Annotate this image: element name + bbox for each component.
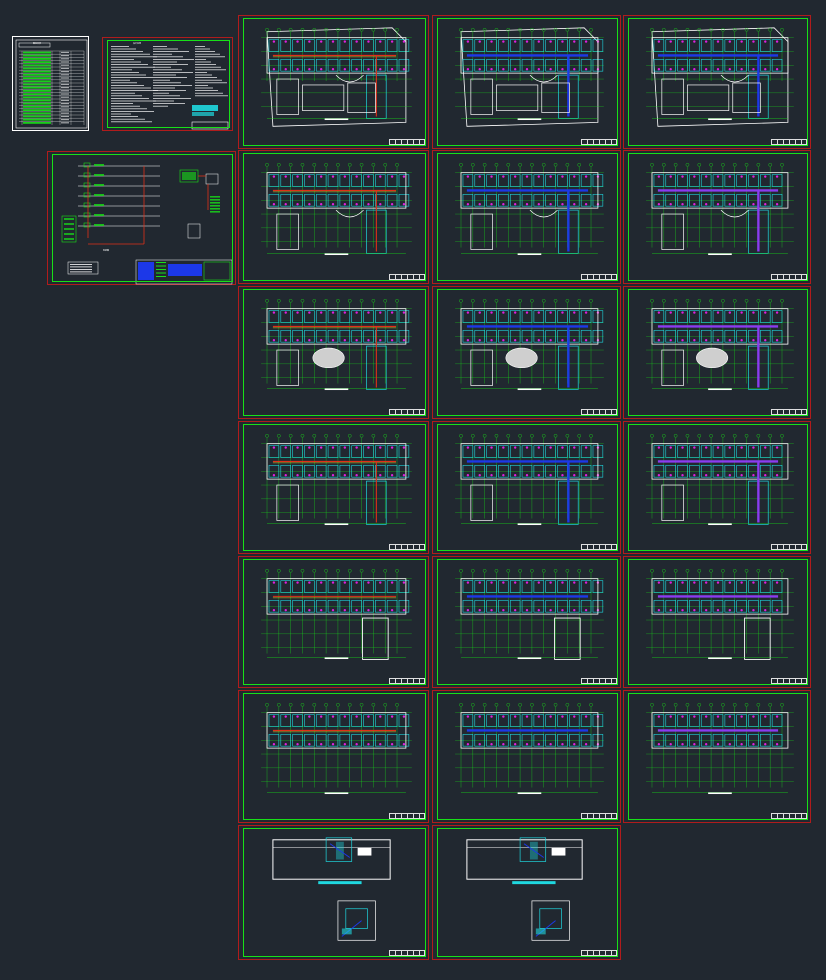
floor-plan-drawing (261, 163, 412, 256)
floor-plan-drawing (646, 27, 794, 127)
drawing-sheet-12[interactable] (623, 421, 811, 554)
drawing-sheet-15[interactable] (623, 556, 811, 688)
floor-plan-drawing (466, 837, 583, 941)
drawing-sheet-04[interactable] (238, 150, 429, 284)
title-block (771, 139, 807, 145)
drawing-sheet-08[interactable] (432, 286, 621, 419)
title-block (771, 409, 807, 415)
drawing-sheet-03[interactable] (623, 15, 811, 149)
title-block (389, 813, 425, 819)
title-block (771, 813, 807, 819)
title-block (581, 813, 617, 819)
floor-plan-drawing (261, 434, 412, 526)
floor-plan-drawing (272, 837, 391, 941)
title-block (581, 139, 617, 145)
drawing-sheet-18[interactable] (623, 690, 811, 823)
drawing-sheet-01[interactable] (238, 15, 429, 149)
title-block (389, 950, 425, 956)
drawing-sheet-07[interactable] (238, 286, 429, 419)
drawing-sheet-13[interactable] (238, 556, 429, 688)
title-block (581, 409, 617, 415)
riser-diagram-sheet[interactable]: 系统图 (47, 151, 236, 285)
drawing-sheet-02[interactable] (432, 15, 621, 149)
drawing-sheet-20[interactable] (432, 825, 621, 960)
drawing-sheet-17[interactable] (432, 690, 621, 823)
drawing-sheet-05[interactable] (432, 150, 621, 284)
title-block (771, 274, 807, 280)
riser-title: 系统图 (103, 250, 110, 252)
floor-plan-drawing (646, 163, 794, 256)
sheet-border (52, 154, 233, 282)
title-block (581, 544, 617, 550)
title-block (581, 950, 617, 956)
drawing-sheet-09[interactable] (623, 286, 811, 419)
drawing-sheet-06[interactable] (623, 150, 811, 284)
title-block (389, 409, 425, 415)
drawing-sheet-16[interactable] (238, 690, 429, 823)
title-block (771, 678, 807, 684)
title-block (389, 274, 425, 280)
title-block (389, 139, 425, 145)
title-block (771, 544, 807, 550)
floor-plan-drawing (646, 703, 794, 795)
floor-plan-drawing (455, 163, 604, 256)
floor-plan-drawing (455, 703, 604, 795)
drawing-index-sheet[interactable]: 图纸目录 (12, 36, 89, 131)
notes-title: 设计说明 (133, 43, 142, 45)
floor-plan-drawing (261, 299, 412, 391)
drawing-sheet-10[interactable] (238, 421, 429, 554)
title-block (389, 678, 425, 684)
drawing-sheet-11[interactable] (432, 421, 621, 554)
floor-plan-drawing (646, 434, 794, 526)
drawing-sheet-19[interactable] (238, 825, 429, 960)
floor-plan-drawing (455, 27, 604, 127)
floor-plan-drawing (455, 299, 604, 391)
sheet-border (107, 40, 230, 128)
title-block (581, 274, 617, 280)
floor-plan-drawing (646, 299, 794, 391)
design-notes-sheet[interactable]: 设计说明 (102, 37, 233, 131)
floor-plan-drawing (455, 434, 604, 526)
floor-plan-drawing (455, 569, 604, 660)
floor-plan-drawing (261, 27, 412, 127)
drawing-index-table (15, 39, 88, 129)
floor-plan-drawing (261, 703, 412, 795)
title-block (581, 678, 617, 684)
floor-plan-drawing (261, 569, 412, 660)
floor-plan-drawing (646, 569, 794, 660)
title-block (389, 544, 425, 550)
drawing-sheet-14[interactable] (432, 556, 621, 688)
index-title: 图纸目录 (33, 43, 42, 45)
